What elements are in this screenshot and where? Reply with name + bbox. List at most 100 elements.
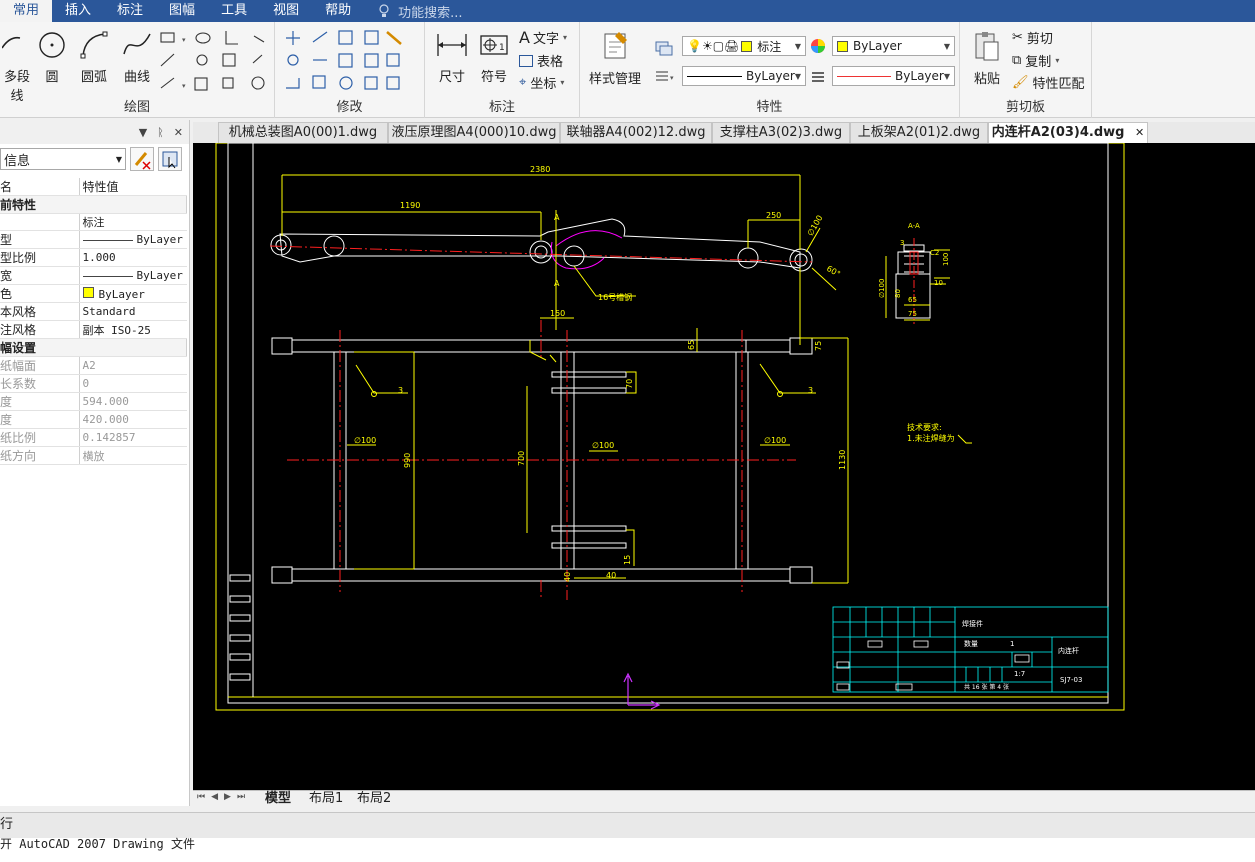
pin-icon[interactable]: ᚱ xyxy=(157,126,164,139)
menu-sheet[interactable]: 图幅 xyxy=(156,0,208,22)
menu-bar: 常用 插入 标注 图幅 工具 视图 帮助 功能搜索... xyxy=(0,0,1255,22)
tab-model[interactable]: 模型 xyxy=(265,791,291,808)
property-row[interactable]: 名特性值 xyxy=(0,178,187,196)
property-row[interactable]: 型比例 1.000 xyxy=(0,248,187,267)
property-row[interactable]: 纸比例 0.142857 xyxy=(0,428,187,447)
section-dim-75: 75 xyxy=(908,310,917,318)
menu-insert[interactable]: 插入 xyxy=(52,0,104,22)
property-value-text: 副本 ISO-25 xyxy=(82,323,151,337)
dim-700: 700 xyxy=(517,451,526,466)
property-row[interactable]: 度 420.000 xyxy=(0,410,187,429)
draw-tools-icons[interactable]: ▾▾ xyxy=(158,28,273,96)
lineweight-icon[interactable] xyxy=(810,70,826,84)
tab-doc-2[interactable]: 液压原理图A4(000)10.dwg xyxy=(388,122,560,143)
property-row[interactable]: 纸方向 横放 xyxy=(0,446,187,465)
property-key: 型比例 xyxy=(0,248,80,267)
property-value[interactable]: 594.000 xyxy=(79,392,187,411)
property-value[interactable]: 横放 xyxy=(79,446,187,465)
property-value-text: 1.000 xyxy=(82,251,116,264)
tab-layout1[interactable]: 布局1 xyxy=(309,791,343,808)
copy-icon: ⧉ xyxy=(1012,53,1022,68)
object-type-select[interactable]: 信息 ▼ xyxy=(0,148,126,170)
tab-doc-1[interactable]: 机械总装图A0(00)1.dwg xyxy=(218,122,388,143)
property-row[interactable]: 色 ByLayer xyxy=(0,284,187,303)
property-value[interactable]: A2 xyxy=(79,356,187,375)
color-wheel-icon[interactable] xyxy=(810,38,826,54)
layout-nav-arrows[interactable]: ⏮◀▶⏭ xyxy=(197,792,251,802)
coord-button[interactable]: ⌖ 坐标 ▾ xyxy=(519,73,564,92)
cut-button[interactable]: ✂ 剪切 xyxy=(1012,28,1053,47)
panel-menu-icon[interactable]: ▼ xyxy=(139,126,147,139)
linetype-dropdown[interactable]: ByLayer ▼ xyxy=(682,66,806,86)
document-tabs: 机械总装图A0(00)1.dwg 液压原理图A4(000)10.dwg 联轴器A… xyxy=(193,122,1255,143)
layer-dropdown[interactable]: 💡☀▢🖨 标注 ▼ xyxy=(682,36,806,56)
circle-button[interactable]: 圆 xyxy=(36,30,68,85)
tab-doc-4[interactable]: 支撑柱A3(02)3.dwg xyxy=(712,122,850,143)
property-key xyxy=(0,213,80,231)
property-row[interactable]: 标注 xyxy=(0,213,187,231)
arc-button[interactable]: 圆弧 xyxy=(78,30,110,85)
menu-view[interactable]: 视图 xyxy=(260,0,312,22)
property-row[interactable]: 注风格 副本 ISO-25 xyxy=(0,320,187,339)
feature-search[interactable]: 功能搜索... xyxy=(378,2,463,21)
property-value[interactable]: ByLayer xyxy=(79,230,187,249)
paste-button[interactable]: 粘贴 xyxy=(968,30,1006,87)
property-row[interactable]: 长系数 0 xyxy=(0,374,187,393)
toggle-pickadd-button[interactable] xyxy=(130,147,154,171)
arc-label: 圆弧 xyxy=(80,70,107,85)
polyline-button[interactable]: 多段线 xyxy=(0,30,34,104)
property-value[interactable]: ByLayer xyxy=(79,266,187,285)
property-row[interactable]: 前特性 xyxy=(0,195,187,214)
dim-phi100-right: ∅100 xyxy=(764,436,786,445)
menu-tools[interactable]: 工具 xyxy=(208,0,260,22)
list-icon[interactable]: ▾ xyxy=(652,68,676,84)
property-row[interactable]: 度 594.000 xyxy=(0,392,187,411)
layer-name: 标注 xyxy=(757,39,782,54)
layer-state-icon[interactable] xyxy=(652,40,676,56)
property-value[interactable]: 420.000 xyxy=(79,410,187,429)
modify-tools-icons[interactable] xyxy=(283,28,419,96)
curve-button[interactable]: 曲线 xyxy=(120,30,154,85)
tab-doc-6-active[interactable]: 内连杆A2(03)4.dwg ✕ xyxy=(988,122,1148,143)
property-key: 纸方向 xyxy=(0,446,80,465)
property-value[interactable]: 0 xyxy=(79,374,187,393)
tab-doc-5[interactable]: 上板架A2(01)2.dwg xyxy=(850,122,988,143)
property-grid: 名特性值 前特性 标注型 ByLayer 型比例 1.000 宽 ByLayer 色 ByLaye… xyxy=(0,178,187,465)
select-objects-button[interactable] xyxy=(158,147,182,171)
property-row[interactable]: 型 ByLayer xyxy=(0,230,187,249)
property-row[interactable]: 纸幅面 A2 xyxy=(0,356,187,375)
tab-close-icon[interactable]: ✕ xyxy=(1135,126,1144,139)
menu-annotate[interactable]: 标注 xyxy=(104,0,156,22)
menu-home[interactable]: 常用 xyxy=(0,0,53,22)
property-value[interactable]: 1.000 xyxy=(79,248,187,267)
property-value[interactable]: 副本 ISO-25 xyxy=(79,320,187,339)
property-value-text: 594.000 xyxy=(82,395,129,408)
text-button[interactable]: A 文字 ▾ xyxy=(519,28,567,47)
property-value[interactable]: ByLayer xyxy=(79,284,187,303)
menu-help[interactable]: 帮助 xyxy=(312,0,364,22)
property-value[interactable]: 标注 xyxy=(79,213,187,231)
dimension-size-button[interactable]: 尺寸 xyxy=(435,30,469,85)
property-value[interactable]: 0.142857 xyxy=(79,428,187,447)
drawing-canvas[interactable]: 2380 1190 250 A A ∅100 60° 16号槽钢 A-A 3 C… xyxy=(193,143,1255,790)
property-value-text: 横放 xyxy=(82,449,105,463)
copy-button[interactable]: ⧉ 复制 ▾ xyxy=(1012,51,1059,70)
symbol-button[interactable]: 1 符号 xyxy=(477,30,511,85)
object-type-value: 信息 xyxy=(4,153,31,169)
property-row[interactable]: 宽 ByLayer xyxy=(0,266,187,285)
property-row[interactable]: 幅设置 xyxy=(0,338,187,357)
match-properties-button[interactable]: 🖌 特性匹配 xyxy=(1012,73,1085,92)
property-row[interactable]: 本风格 Standard xyxy=(0,302,187,321)
lineweight-sample xyxy=(837,75,892,77)
property-value[interactable]: 特性值 xyxy=(79,178,187,196)
close-icon[interactable]: ✕ xyxy=(174,126,183,139)
command-line[interactable]: 行 xyxy=(0,812,1255,838)
table-button[interactable]: 表格 xyxy=(519,51,563,70)
tab-layout2[interactable]: 布局2 xyxy=(357,791,391,808)
lineweight-dropdown[interactable]: ByLayer ▼ xyxy=(832,66,955,86)
tab-doc-3[interactable]: 联轴器A4(002)12.dwg xyxy=(560,122,712,143)
color-dropdown[interactable]: ByLayer ▼ xyxy=(832,36,955,56)
select-objects-icon xyxy=(162,151,178,169)
style-manager-button[interactable]: 样式管理 xyxy=(586,30,644,87)
property-value[interactable]: Standard xyxy=(79,302,187,321)
